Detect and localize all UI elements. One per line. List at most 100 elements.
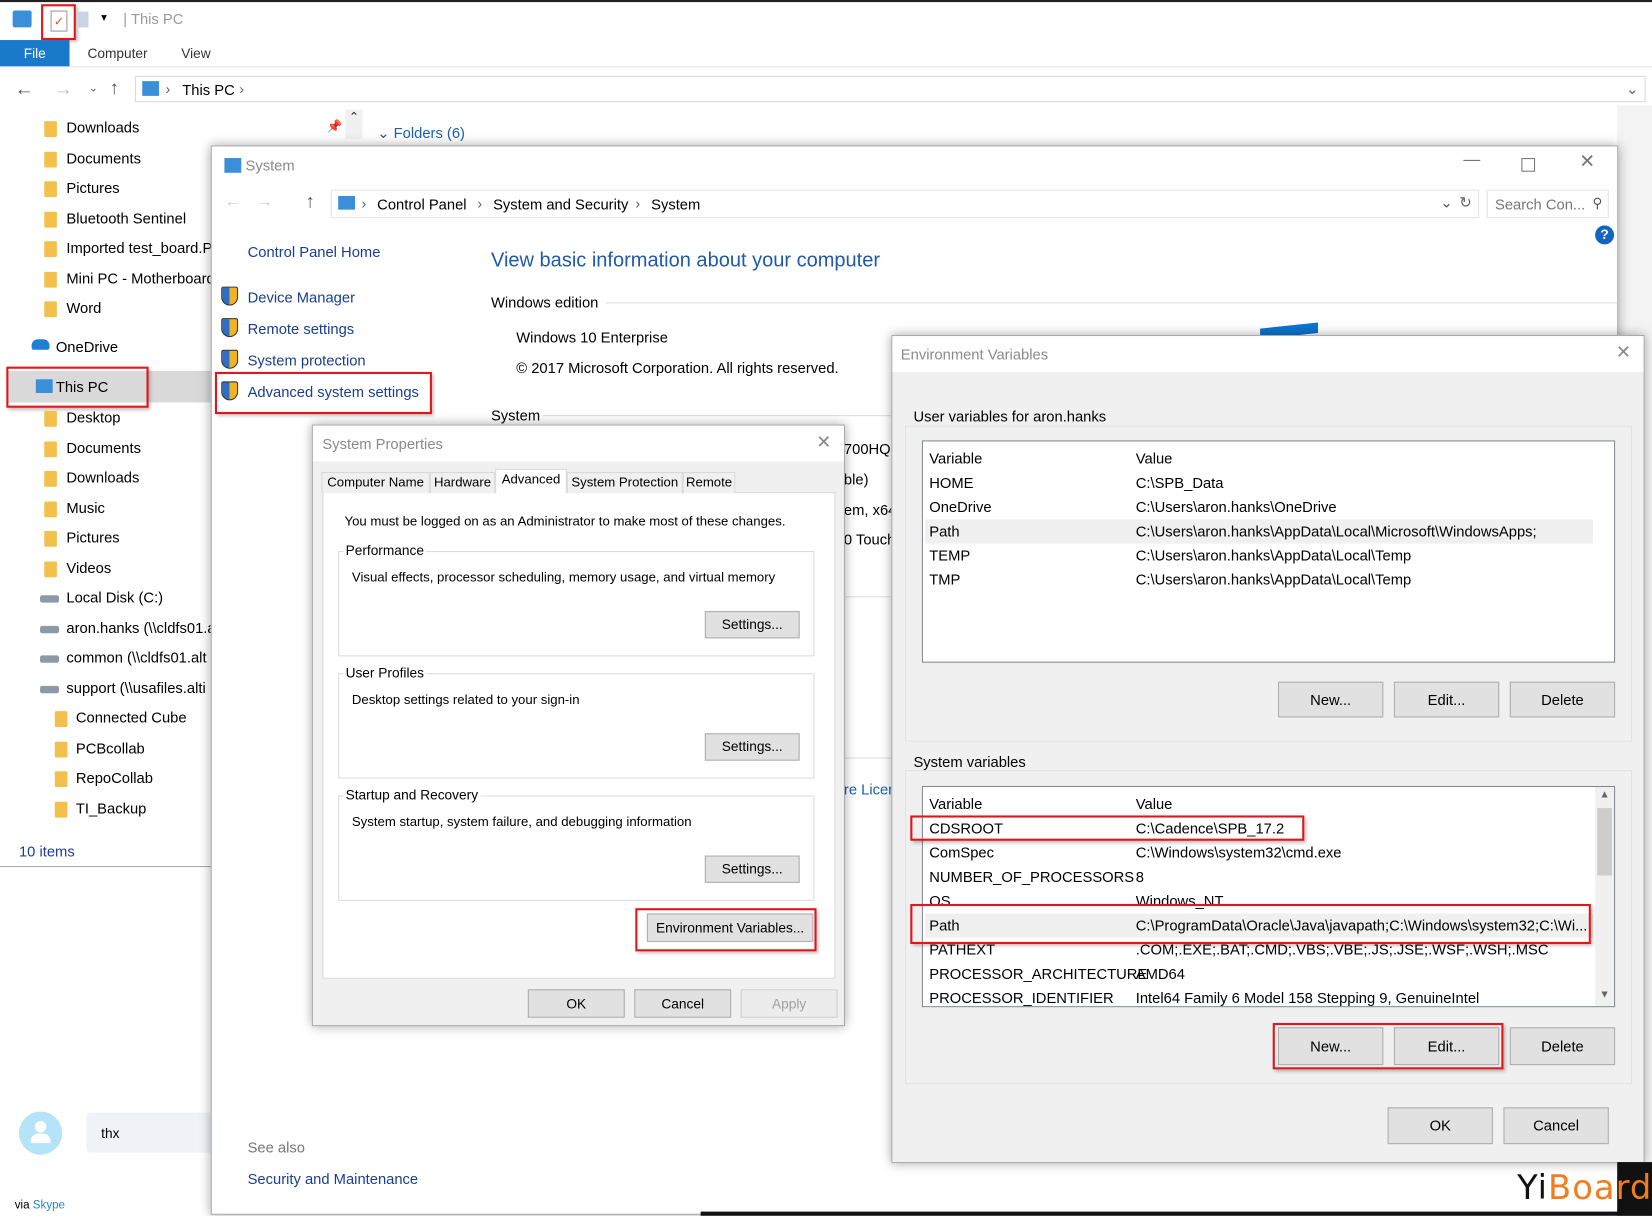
system-protection-link[interactable]: System protection (248, 352, 366, 369)
close-button[interactable]: ✕ (816, 432, 831, 453)
address-bar[interactable]: › Control Panel › System and Security › … (330, 189, 1480, 219)
tab-system-protection[interactable]: System Protection (566, 471, 683, 494)
breadcrumb-control-panel[interactable]: Control Panel (377, 196, 466, 213)
tab-hardware[interactable]: Hardware (429, 471, 496, 494)
ok-button[interactable]: OK (527, 989, 625, 1018)
nav-this-pc-item[interactable]: Documents (66, 439, 141, 456)
nav-network-folder[interactable]: TI_Backup (76, 799, 147, 816)
table-row[interactable]: CDSROOT C:\Cadence\SPB_17.2 (925, 817, 1593, 841)
cancel-button[interactable]: Cancel (1503, 1107, 1609, 1145)
address-bar[interactable]: › This PC › ⌄ (134, 75, 1646, 103)
forward-arrow-icon[interactable]: → (54, 78, 73, 100)
control-panel-home-link[interactable]: Control Panel Home (248, 243, 381, 260)
settings-button[interactable]: Settings... (704, 855, 800, 883)
table-row[interactable]: OS Windows_NT (925, 889, 1593, 913)
nav-this-pc-item[interactable]: Videos (66, 559, 111, 576)
table-row[interactable]: PROCESSOR_ARCHITECTURE AMD64 (925, 962, 1593, 986)
scrollbar[interactable]: ▲ ▼ (1595, 787, 1615, 1007)
nav-quick-access-item[interactable]: Downloads (66, 119, 139, 136)
maximize-button[interactable] (1521, 158, 1536, 172)
cancel-button[interactable]: Cancel (634, 989, 732, 1018)
table-row[interactable]: ComSpec C:\Windows\system32\cmd.exe (925, 841, 1593, 865)
system-delete-button[interactable]: Delete (1509, 1027, 1616, 1066)
remote-settings-link[interactable]: Remote settings (248, 320, 355, 337)
nav-network-folder[interactable]: Connected Cube (76, 709, 187, 726)
up-arrow-icon[interactable]: ↑ (110, 77, 119, 99)
column-value[interactable]: Value (1136, 450, 1173, 467)
tab-computer-name[interactable]: Computer Name (321, 471, 430, 494)
table-row[interactable]: NUMBER_OF_PROCESSORS 8 (925, 865, 1593, 889)
address-this-pc[interactable]: This PC (182, 81, 234, 98)
user-new-button[interactable]: New... (1277, 681, 1384, 718)
chevron-right-icon[interactable]: › (239, 80, 244, 97)
user-variables-list[interactable]: Variable Value HOME C:\SPB_Data OneDrive C:\… (921, 440, 1616, 663)
folders-group-header[interactable]: ⌄ Folders (6) (377, 124, 465, 142)
up-arrow-icon[interactable]: ↑ (306, 191, 315, 213)
nav-quick-access-item[interactable]: Imported test_board.P (66, 239, 212, 256)
column-value[interactable]: Value (1136, 795, 1173, 812)
tab-computer[interactable]: Computer (87, 45, 147, 61)
table-row[interactable]: PATHEXT .COM;.EXE;.BAT;.CMD;.VBS;.VBE;.JS… (925, 938, 1593, 962)
system-variables-list[interactable]: Variable Value ▲ ▼ CDSROOT C:\Cadence\SPB_… (921, 785, 1616, 1008)
user-edit-button[interactable]: Edit... (1393, 681, 1500, 718)
environment-variables-button[interactable]: Environment Variables... (646, 913, 814, 942)
column-variable[interactable]: Variable (929, 450, 982, 467)
forward-arrow-icon[interactable]: → (256, 193, 273, 212)
pin-icon[interactable]: 📌 (327, 119, 343, 134)
nav-quick-access-item[interactable]: Bluetooth Sentinel (66, 209, 186, 226)
system-new-button[interactable]: New... (1277, 1027, 1384, 1066)
table-row[interactable]: HOME C:\SPB_Data (925, 471, 1593, 495)
settings-button[interactable]: Settings... (704, 733, 800, 761)
tab-view[interactable]: View (181, 45, 210, 61)
apply-button[interactable]: Apply (740, 989, 838, 1018)
tab-advanced[interactable]: Advanced (495, 468, 567, 494)
ok-button[interactable]: OK (1387, 1107, 1493, 1145)
column-variable[interactable]: Variable (929, 795, 982, 812)
table-row[interactable]: Path C:\Users\aron.hanks\AppData\Local\Mi… (925, 519, 1593, 544)
system-edit-button[interactable]: Edit... (1393, 1027, 1500, 1066)
table-row[interactable]: PROCESSOR_IDENTIFIER Intel64 Family 6 Mod… (925, 986, 1593, 1006)
nav-onedrive[interactable]: OneDrive (56, 338, 118, 355)
recent-locations-icon[interactable]: ⌄ (88, 81, 98, 95)
nav-quick-access-item[interactable]: Pictures (66, 179, 119, 196)
back-arrow-icon[interactable]: ← (224, 193, 241, 212)
table-row[interactable]: TEMP C:\Users\aron.hanks\AppData\Local\Te… (925, 544, 1593, 568)
nav-this-pc[interactable]: This PC (8, 370, 211, 403)
search-input[interactable]: Search Con... ⚲ (1486, 189, 1609, 219)
table-row[interactable]: TMP C:\Users\aron.hanks\AppData\Local\Tem… (925, 568, 1593, 592)
table-row[interactable]: OneDrive C:\Users\aron.hanks\OneDrive (925, 495, 1593, 519)
advanced-system-settings-link[interactable]: Advanced system settings (248, 383, 419, 400)
nav-this-pc-item[interactable]: aron.hanks (\\cldfs01.a (66, 619, 215, 636)
nav-quick-access-item[interactable]: Documents (66, 149, 141, 166)
scroll-down-arrow-icon[interactable]: ▼ (1599, 989, 1609, 1001)
skype-link[interactable]: Skype (33, 1199, 65, 1212)
user-delete-button[interactable]: Delete (1509, 681, 1616, 718)
nav-network-folder[interactable]: PCBcollab (76, 739, 145, 756)
security-maintenance-link[interactable]: Security and Maintenance (248, 1171, 419, 1188)
chevron-down-icon[interactable]: ⌄ (1440, 194, 1452, 212)
nav-this-pc-item[interactable]: Desktop (66, 409, 120, 426)
breadcrumb-system-security[interactable]: System and Security (493, 196, 628, 213)
breadcrumb-system[interactable]: System (651, 196, 700, 213)
customize-toolbar-icon[interactable]: ▾ (101, 11, 107, 25)
device-manager-link[interactable]: Device Manager (248, 289, 355, 306)
scrollbar-thumb[interactable] (1597, 808, 1612, 876)
nav-network-folder[interactable]: RepoCollab (76, 769, 153, 786)
refresh-icon[interactable]: ↻ (1459, 194, 1471, 212)
nav-this-pc-item[interactable]: Local Disk (C:) (66, 589, 163, 606)
tab-file[interactable]: File (0, 40, 70, 67)
nav-this-pc-item[interactable]: Pictures (66, 529, 119, 546)
nav-this-pc-item[interactable]: Downloads (66, 469, 139, 486)
nav-this-pc-item[interactable]: support (\\usafiles.alti (66, 679, 205, 696)
nav-quick-access-item[interactable]: Mini PC - Motherboard (66, 269, 214, 286)
tab-remote[interactable]: Remote (682, 471, 736, 494)
table-row[interactable]: Path C:\ProgramData\Oracle\Java\javapath;… (925, 913, 1593, 938)
close-button[interactable]: ✕ (1579, 151, 1595, 173)
nav-quick-access-item[interactable]: Word (66, 299, 101, 316)
scroll-up-arrow-icon[interactable]: ▲ (1599, 789, 1609, 801)
license-terms-link[interactable]: re Licen (844, 781, 896, 798)
close-button[interactable]: ✕ (1616, 342, 1631, 363)
new-folder-icon[interactable] (77, 11, 89, 28)
chevron-down-icon[interactable]: ⌄ (1626, 80, 1638, 98)
nav-this-pc-item[interactable]: common (\\cldfs01.alt (66, 649, 206, 666)
